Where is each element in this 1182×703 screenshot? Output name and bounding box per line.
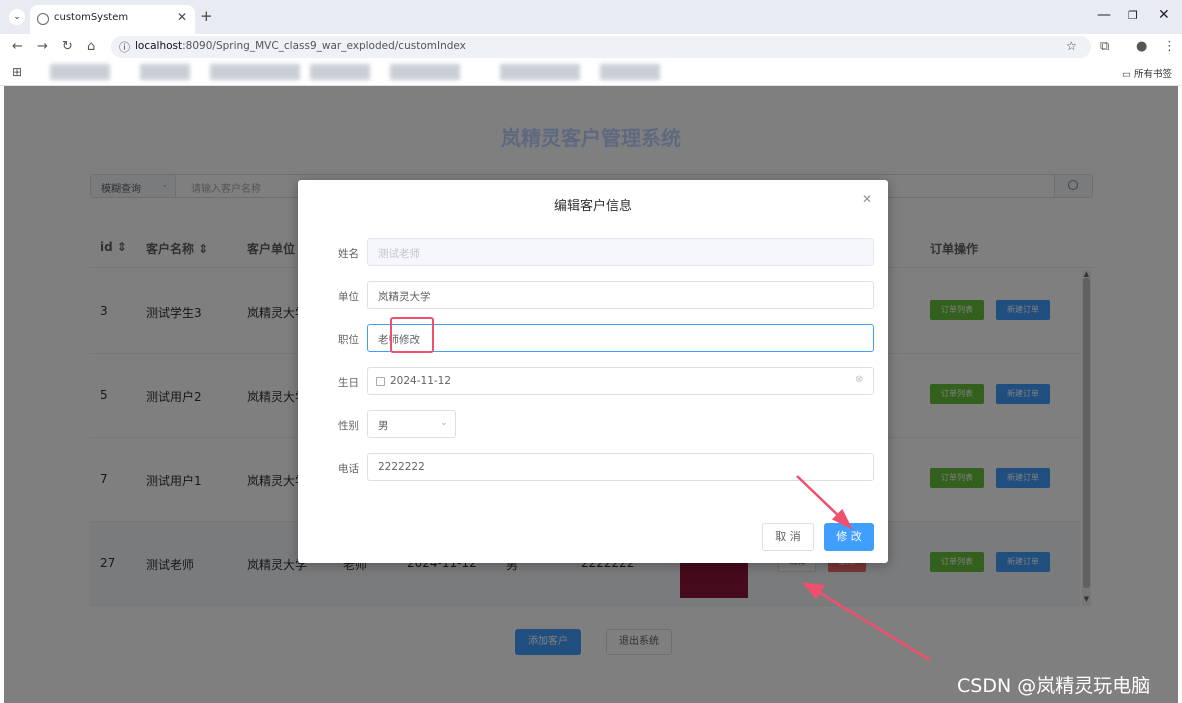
annotation-arrowhead	[802, 582, 826, 600]
annotation-arrows	[796, 475, 931, 662]
annotation-arrow-to-confirm	[796, 475, 844, 521]
annotation-arrow-to-edit	[814, 588, 931, 662]
watermark: CSDN @岚精灵玩电脑	[957, 675, 1151, 697]
